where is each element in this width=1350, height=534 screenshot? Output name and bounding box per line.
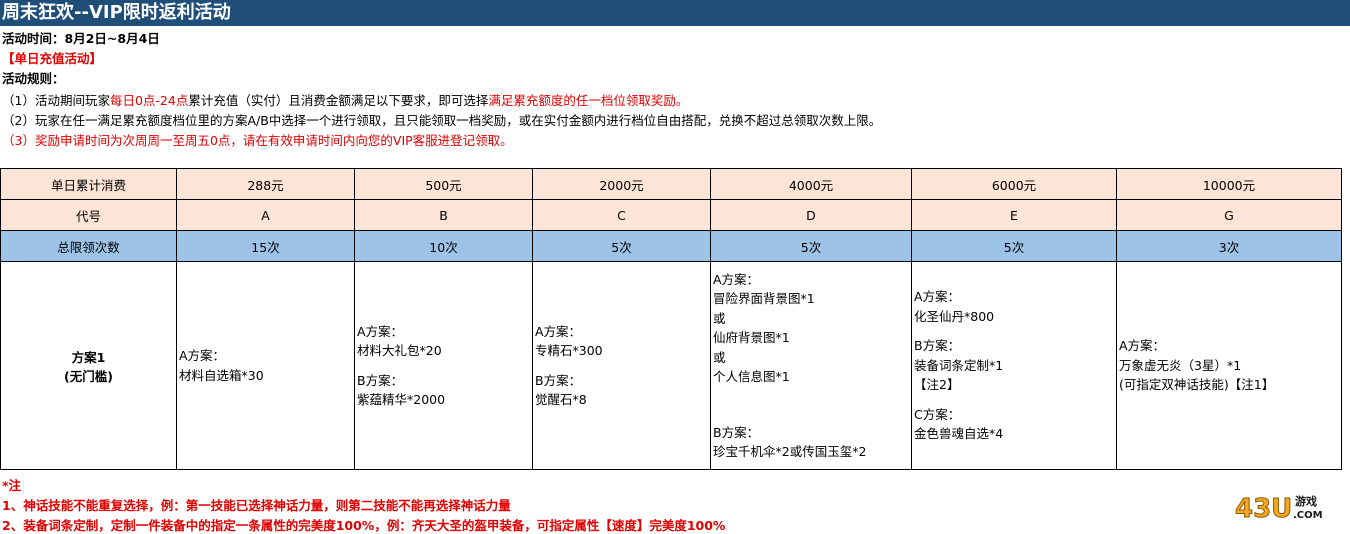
spend-cell: 500元 <box>354 168 533 200</box>
spend-cell: 6000元 <box>911 168 1117 200</box>
rules-label: 活动规则： <box>2 71 65 86</box>
reward-line: 冒险界面背景图*1 <box>713 291 815 306</box>
reward-line: 或 <box>713 349 726 365</box>
code-cell: G <box>1116 199 1342 231</box>
reward-line: C方案： <box>914 406 961 422</box>
reward-line: 材料大礼包*20 <box>357 343 442 358</box>
reward-line: B方案： <box>357 372 404 388</box>
reward-line: A方案： <box>357 323 404 339</box>
limit-cell: 15次 <box>176 230 355 262</box>
rule-1-highlight-time: 每日0点-24点 <box>109 93 189 108</box>
logo-domain: .COM <box>1293 510 1323 521</box>
row-label-limit: 总限领次数 <box>0 230 177 262</box>
logo-graphic: 43U 游戏 .COM <box>1235 494 1323 525</box>
reward-cell-e: A方案： 化圣仙丹*800 B方案： 装备词条定制*1 【注2】 C方案： 金色… <box>911 261 1117 470</box>
limit-cell: 10次 <box>354 230 533 262</box>
limit-cell: 5次 <box>911 230 1117 262</box>
code-cell: B <box>354 199 533 231</box>
reward-line: 材料自选箱*30 <box>179 367 264 383</box>
reward-line: 紫蕴精华*2000 <box>357 392 446 407</box>
reward-line: (可指定双神话技能)【注1】 <box>1119 377 1275 393</box>
reward-line: A方案： <box>179 348 226 363</box>
spend-cell: 288元 <box>176 168 355 200</box>
logo-number: 43U <box>1235 494 1292 523</box>
reward-line: 或 <box>713 310 726 326</box>
note-1: 1、神话技能不能重复选择，例：第一技能已选择神话力量，则第二技能不能再选择神话力… <box>2 498 511 513</box>
reward-line: 觉醒石*8 <box>535 392 587 407</box>
limit-cell: 3次 <box>1116 230 1342 262</box>
reward-line: 装备词条定制*1 <box>914 357 1004 373</box>
reward-table: 单日累计消费 288元 500元 2000元 4000元 6000元 10000… <box>0 168 1342 470</box>
rule-2: （2）玩家在任一满足累充额度档位里的方案A/B中选择一个进行领取，且只能领取一档… <box>2 113 882 128</box>
page-title: 周末狂欢--VIP限时返利活动 <box>0 0 1350 26</box>
plan-label: 方案1 <box>71 349 106 365</box>
code-cell: D <box>710 199 912 231</box>
reward-line: B方案： <box>535 372 582 388</box>
reward-line: 化圣仙丹*800 <box>914 308 995 324</box>
reward-line: 【注2】 <box>914 377 960 393</box>
reward-line: A方案： <box>1119 338 1166 354</box>
reward-line: 万象虚无炎（3星）*1 <box>1119 357 1242 373</box>
reward-line: A方案： <box>914 289 961 305</box>
code-cell: C <box>532 199 711 231</box>
reward-cell-g: A方案： 万象虚无炎（3星）*1 (可指定双神话技能)【注1】 <box>1116 261 1342 470</box>
rule-3: （3）奖励申请时间为次周周一至周五0点，请在有效申请时间内向您的VIP客服进登记… <box>2 133 513 148</box>
limit-cell: 5次 <box>532 230 711 262</box>
row-label-spend: 单日累计消费 <box>0 168 177 200</box>
reward-cell-a: A方案： 材料自选箱*30 <box>176 261 355 470</box>
site-logo: 43U 游戏 .COM <box>1233 491 1337 525</box>
note-2: 2、装备词条定制，定制一件装备中的指定一条属性的完美度100%，例：齐天大圣的盔… <box>2 518 726 533</box>
reward-line: 个人信息图*1 <box>713 369 790 384</box>
reward-cell-b: A方案： 材料大礼包*20 B方案： 紫蕴精华*2000 <box>354 261 533 470</box>
reward-line: B方案： <box>914 338 961 354</box>
table-row-spend: 单日累计消费 288元 500元 2000元 4000元 6000元 10000… <box>0 168 1342 200</box>
reward-line: A方案： <box>535 323 582 339</box>
activity-time: 活动时间：8月2日~8月4日 <box>2 31 160 46</box>
spend-cell: 10000元 <box>1116 168 1342 200</box>
limit-cell: 5次 <box>710 230 912 262</box>
plan-label-cell: 方案1 (无门槛) <box>0 261 177 470</box>
reward-line: B方案： <box>713 424 760 440</box>
table-row-plan: 方案1 (无门槛) A方案： 材料自选箱*30 A方案： 材料大礼包*20 B方… <box>0 261 1342 470</box>
reward-cell-c: A方案： 专精石*300 B方案： 觉醒石*8 <box>532 261 711 470</box>
rule-1-highlight-tier: 满足累充额度的任一档位领取奖励。 <box>488 93 689 108</box>
reward-line: 金色兽魂自选*4 <box>914 426 1004 442</box>
logo-cn: 游戏 <box>1295 494 1317 508</box>
spend-cell: 4000元 <box>710 168 912 200</box>
reward-line: 专精石*300 <box>535 343 603 358</box>
reward-line: A方案： <box>713 271 760 287</box>
rule-1: （1）活动期间玩家每日0点-24点累计充值（实付）且消费金额满足以下要求，即可选… <box>2 90 688 109</box>
table-row-code: 代号 A B C D E G <box>0 199 1342 231</box>
reward-line: 仙府背景图*1 <box>713 330 790 345</box>
row-label-code: 代号 <box>0 199 177 231</box>
table-row-limit: 总限领次数 15次 10次 5次 5次 5次 3次 <box>0 230 1342 262</box>
rule-1-part-c: 累计充值（实付）且消费金额满足以下要求，即可选择 <box>188 93 489 108</box>
code-cell: A <box>176 199 355 231</box>
plan-sublabel: (无门槛) <box>64 368 113 384</box>
reward-cell-d: A方案： 冒险界面背景图*1 或 仙府背景图*1 或 个人信息图*1 B方案： … <box>710 261 912 470</box>
code-cell: E <box>911 199 1117 231</box>
rule-1-part-a: （1）活动期间玩家 <box>2 93 110 108</box>
reward-line: 珍宝千机伞*2或传国玉玺*2 <box>713 444 867 459</box>
spend-cell: 2000元 <box>532 168 711 200</box>
notes-head: *注 <box>2 478 22 493</box>
section-label: 【单日充值活动】 <box>2 51 103 66</box>
